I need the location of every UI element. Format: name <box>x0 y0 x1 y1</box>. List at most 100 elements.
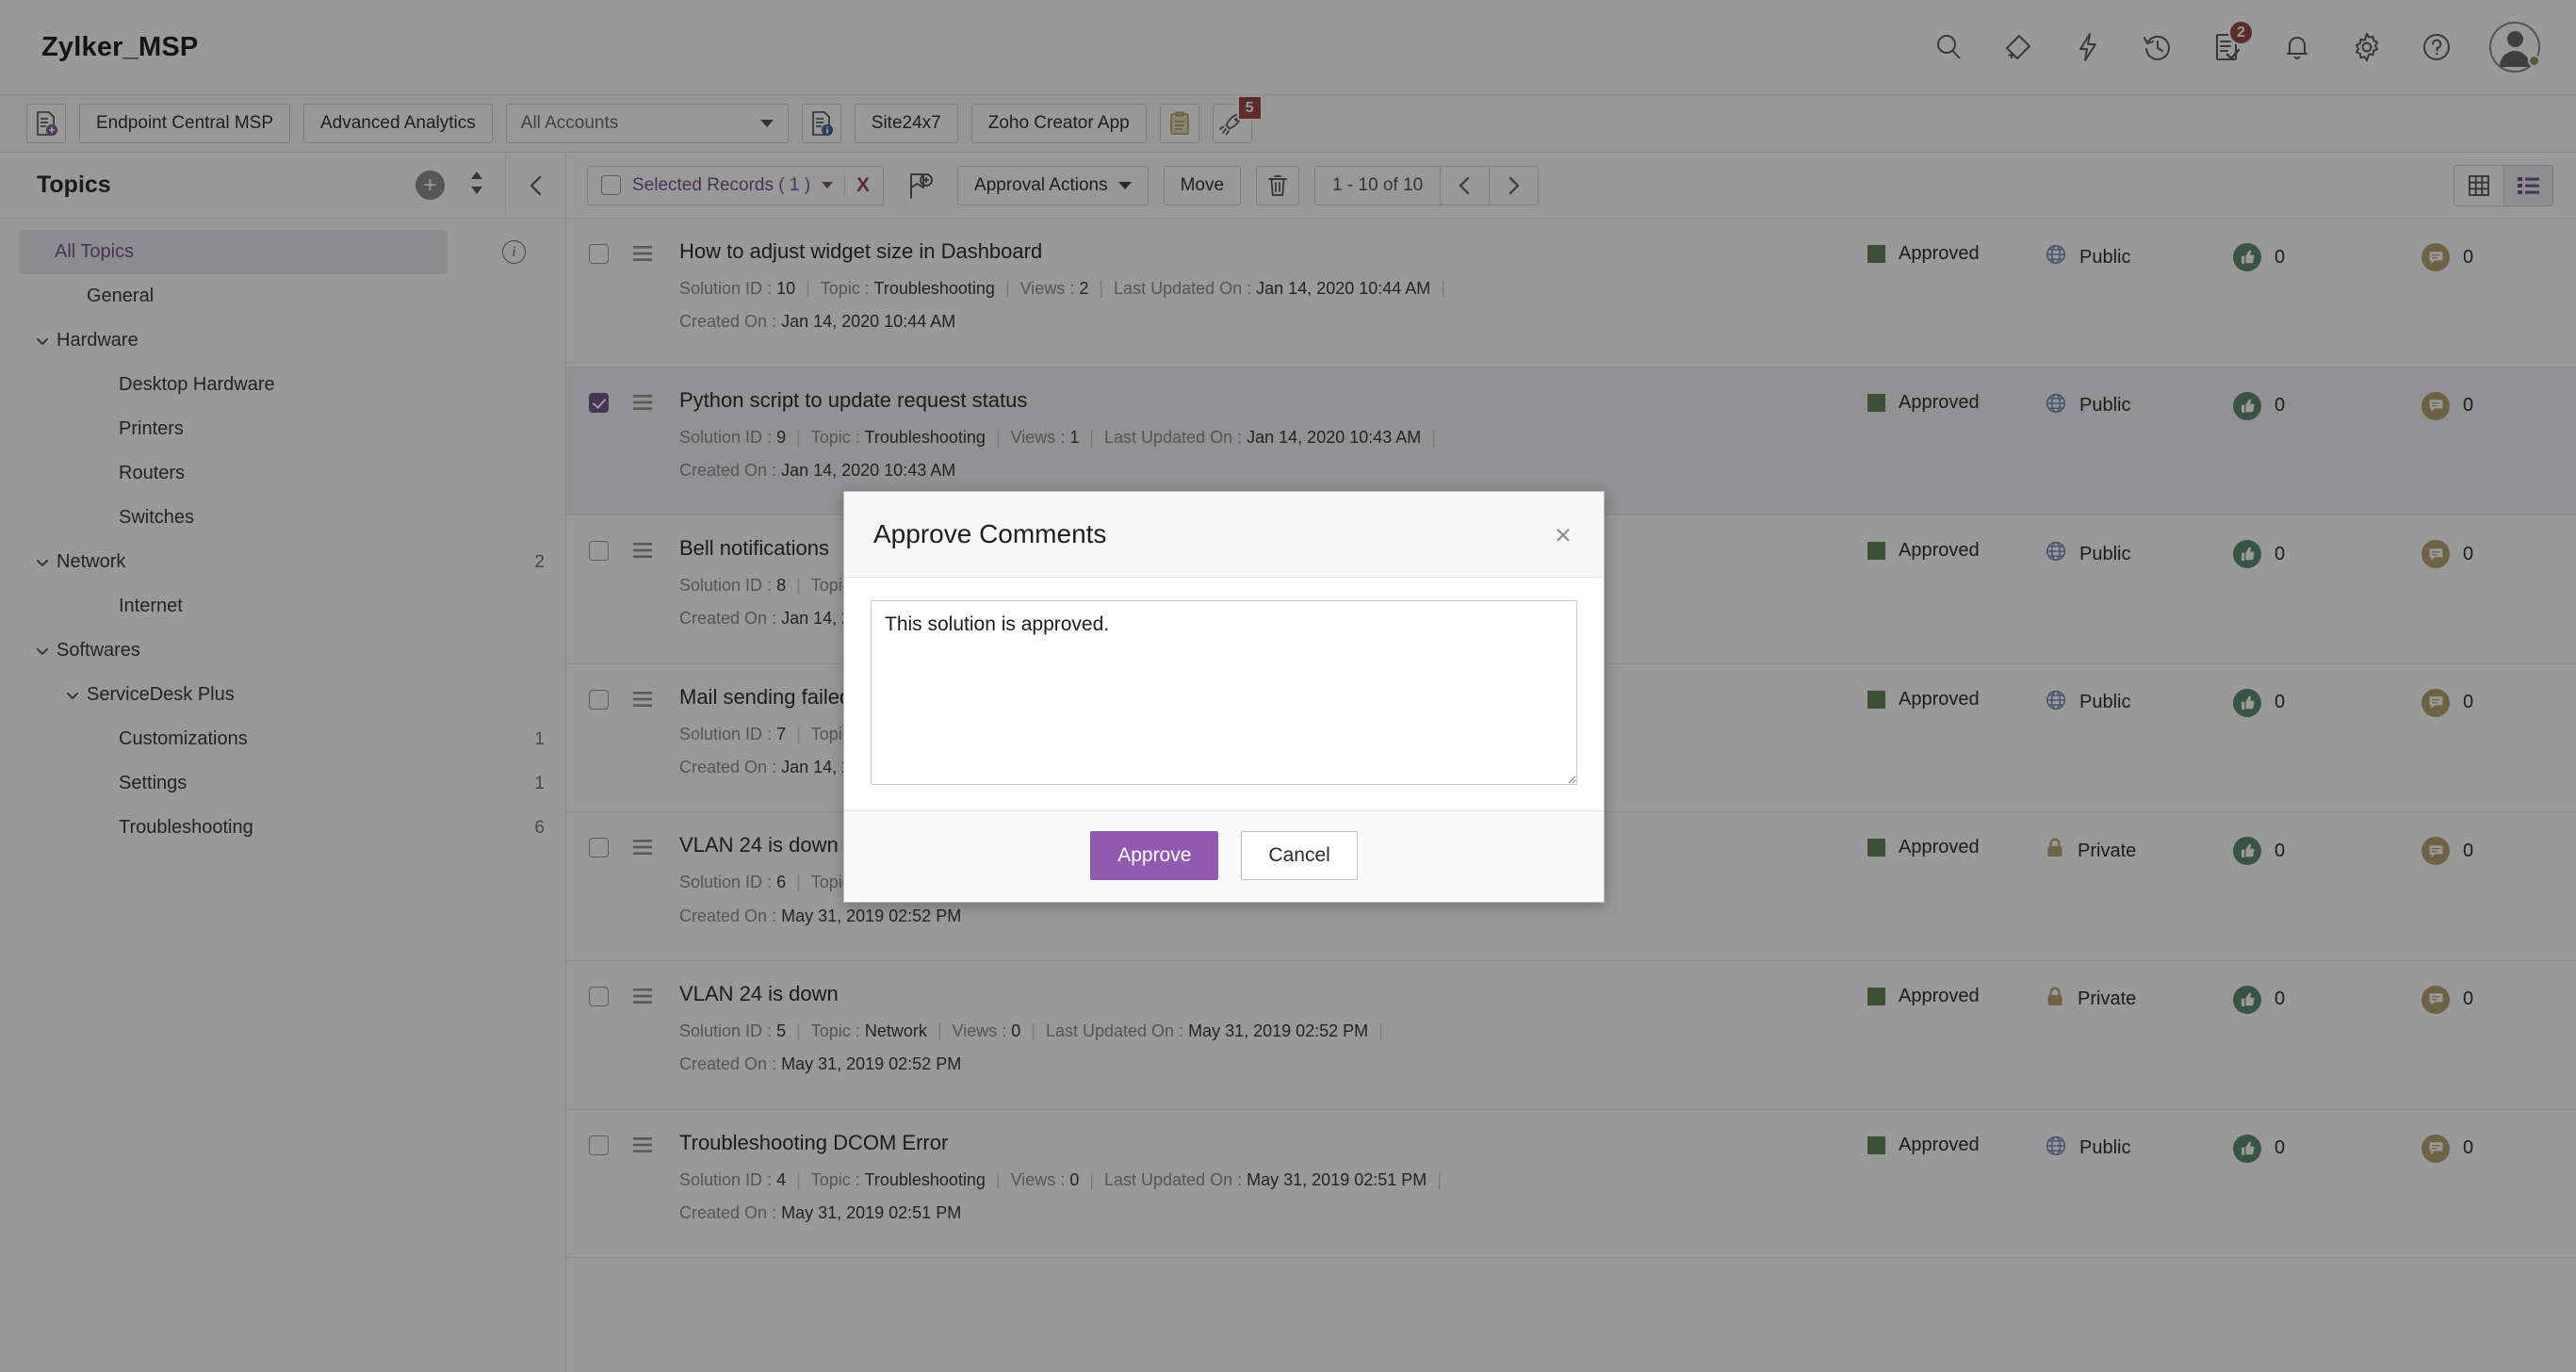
approvals-icon[interactable]: 2 <box>2205 24 2250 70</box>
table-row[interactable]: How to adjust widget size in Dashboard So… <box>566 219 2576 368</box>
close-icon[interactable]: × <box>1549 516 1577 553</box>
chevron-down-icon[interactable] <box>28 643 57 660</box>
solution-title-link[interactable]: How to adjust widget size in Dashboard <box>679 239 1867 264</box>
meta-label-solution-id: Solution ID <box>679 1170 762 1189</box>
search-icon[interactable] <box>1926 24 1971 70</box>
approve-comment-input[interactable] <box>871 600 1577 785</box>
info-icon[interactable]: i <box>502 240 526 264</box>
status-square-icon <box>1867 1136 1885 1154</box>
likes-counter: 0 <box>2233 392 2421 420</box>
sidebar-item-desktop-hardware[interactable]: Desktop Hardware <box>0 363 565 407</box>
new-document-icon[interactable] <box>26 104 66 143</box>
sidebar-item-softwares[interactable]: Softwares <box>0 629 565 673</box>
row-checkbox[interactable] <box>589 838 609 858</box>
likes-count: 0 <box>2274 692 2285 713</box>
endpoint-central-button[interactable]: Endpoint Central MSP <box>79 104 290 143</box>
chevron-down-icon[interactable] <box>28 554 57 571</box>
sidebar-item-routers[interactable]: Routers <box>0 451 565 496</box>
row-checkbox[interactable] <box>589 541 609 561</box>
sidebar-item-general[interactable]: General <box>0 274 565 318</box>
history-icon[interactable] <box>2135 24 2180 70</box>
app-brand: Zylker_MSP <box>41 32 198 63</box>
site24x7-button[interactable]: Site24x7 <box>855 104 958 143</box>
row-meta-primary: Solution ID : 10|Topic : Troubleshooting… <box>679 277 1867 300</box>
list-view-icon[interactable] <box>2503 166 2552 205</box>
visibility-badge: Public <box>2045 540 2233 568</box>
collapse-sidebar-button[interactable] <box>505 153 565 219</box>
status-badge: Approved <box>1867 689 2045 710</box>
likes-counter: 0 <box>2233 689 2421 717</box>
row-checkbox[interactable] <box>589 393 609 413</box>
add-topic-button[interactable]: + <box>416 171 445 200</box>
sort-topics-icon[interactable] <box>467 170 486 201</box>
notifications-bell-icon[interactable] <box>2274 24 2320 70</box>
sidebar-item-internet[interactable]: Internet <box>0 584 565 629</box>
new-ticket-icon[interactable] <box>1996 24 2041 70</box>
drag-handle-icon[interactable] <box>630 388 679 417</box>
quick-actions-icon[interactable] <box>2065 24 2111 70</box>
status-label: Approved <box>1899 392 1980 414</box>
sidebar-item-troubleshooting[interactable]: Troubleshooting6 <box>0 806 565 850</box>
next-page-button[interactable] <box>1489 167 1538 204</box>
status-label: Approved <box>1899 837 1980 858</box>
view-toggle <box>2454 165 2553 206</box>
row-checkbox[interactable] <box>589 987 609 1006</box>
sidebar-item-label: Desktop Hardware <box>119 374 545 396</box>
sidebar-item-network[interactable]: Network2 <box>0 540 565 584</box>
meta-divider: | <box>795 279 821 298</box>
table-row[interactable]: Troubleshooting DCOM ErrorSolution ID : … <box>566 1110 2576 1259</box>
grid-view-icon[interactable] <box>2454 166 2503 205</box>
table-row[interactable]: VLAN 24 is downSolution ID : 5|Topic : N… <box>566 961 2576 1110</box>
row-checkbox[interactable] <box>589 690 609 710</box>
visibility-label: Private <box>2078 841 2136 862</box>
row-checkbox-cell <box>589 1131 630 1160</box>
chevron-down-icon[interactable] <box>822 182 833 188</box>
avatar[interactable] <box>2489 22 2540 73</box>
drag-handle-icon[interactable] <box>630 239 679 269</box>
approval-actions-button[interactable]: Approval Actions <box>957 166 1149 205</box>
drag-handle-icon[interactable] <box>630 685 679 714</box>
solution-title-link[interactable]: Troubleshooting DCOM Error <box>679 1131 1867 1155</box>
sidebar-item-count: 1 <box>534 774 545 794</box>
row-checkbox[interactable] <box>589 1135 609 1155</box>
sidebar-item-switches[interactable]: Switches <box>0 496 565 540</box>
help-icon[interactable] <box>2414 24 2459 70</box>
move-button[interactable]: Move <box>1164 166 1241 205</box>
solution-title-link[interactable]: Python script to update request status <box>679 388 1867 413</box>
meta-label-topic: Topic <box>811 1021 851 1040</box>
clear-selection-button[interactable]: X <box>856 175 870 195</box>
account-select[interactable]: All Accounts <box>506 104 789 143</box>
document-info-icon[interactable] <box>802 104 841 143</box>
advanced-analytics-button[interactable]: Advanced Analytics <box>303 104 493 143</box>
sidebar-item-customizations[interactable]: Customizations1 <box>0 717 565 761</box>
selected-records-chip[interactable]: Selected Records ( 1 ) X <box>587 166 884 205</box>
rocket-icon[interactable]: 5 <box>1213 104 1252 143</box>
solution-title-link[interactable]: VLAN 24 is down <box>679 982 1867 1006</box>
meta-label-views: Views <box>1020 279 1066 298</box>
sidebar-item-servicedesk-plus[interactable]: ServiceDesk Plus <box>0 673 565 717</box>
drag-handle-icon[interactable] <box>630 1131 679 1160</box>
drag-handle-icon[interactable] <box>630 536 679 565</box>
add-view-icon[interactable] <box>899 166 942 205</box>
drag-handle-icon[interactable] <box>630 833 679 862</box>
approve-button[interactable]: Approve <box>1090 831 1218 880</box>
settings-gear-icon[interactable] <box>2344 24 2389 70</box>
zoho-creator-button[interactable]: Zoho Creator App <box>971 104 1147 143</box>
rocket-badge: 5 <box>1237 95 1263 121</box>
cancel-button[interactable]: Cancel <box>1241 831 1357 880</box>
sidebar-item-all-topics[interactable]: All Topics <box>19 230 448 274</box>
select-all-checkbox[interactable] <box>601 175 621 195</box>
sidebar-item-hardware[interactable]: Hardware <box>0 318 565 363</box>
chevron-down-icon[interactable] <box>28 333 57 350</box>
prev-page-button[interactable] <box>1440 167 1489 204</box>
drag-handle-icon[interactable] <box>630 982 679 1011</box>
trash-icon[interactable] <box>1256 166 1299 205</box>
row-checkbox[interactable] <box>589 244 609 264</box>
row-meta-secondary: Created On : May 31, 2019 02:52 PM <box>679 905 1867 927</box>
meta-divider: | <box>995 279 1020 298</box>
sidebar-item-settings[interactable]: Settings1 <box>0 761 565 806</box>
chevron-down-icon[interactable] <box>58 687 87 704</box>
clipboard-icon[interactable] <box>1160 104 1199 143</box>
sidebar-item-printers[interactable]: Printers <box>0 407 565 451</box>
approve-comments-dialog: Approve Comments × Approve Cancel <box>843 491 1605 903</box>
